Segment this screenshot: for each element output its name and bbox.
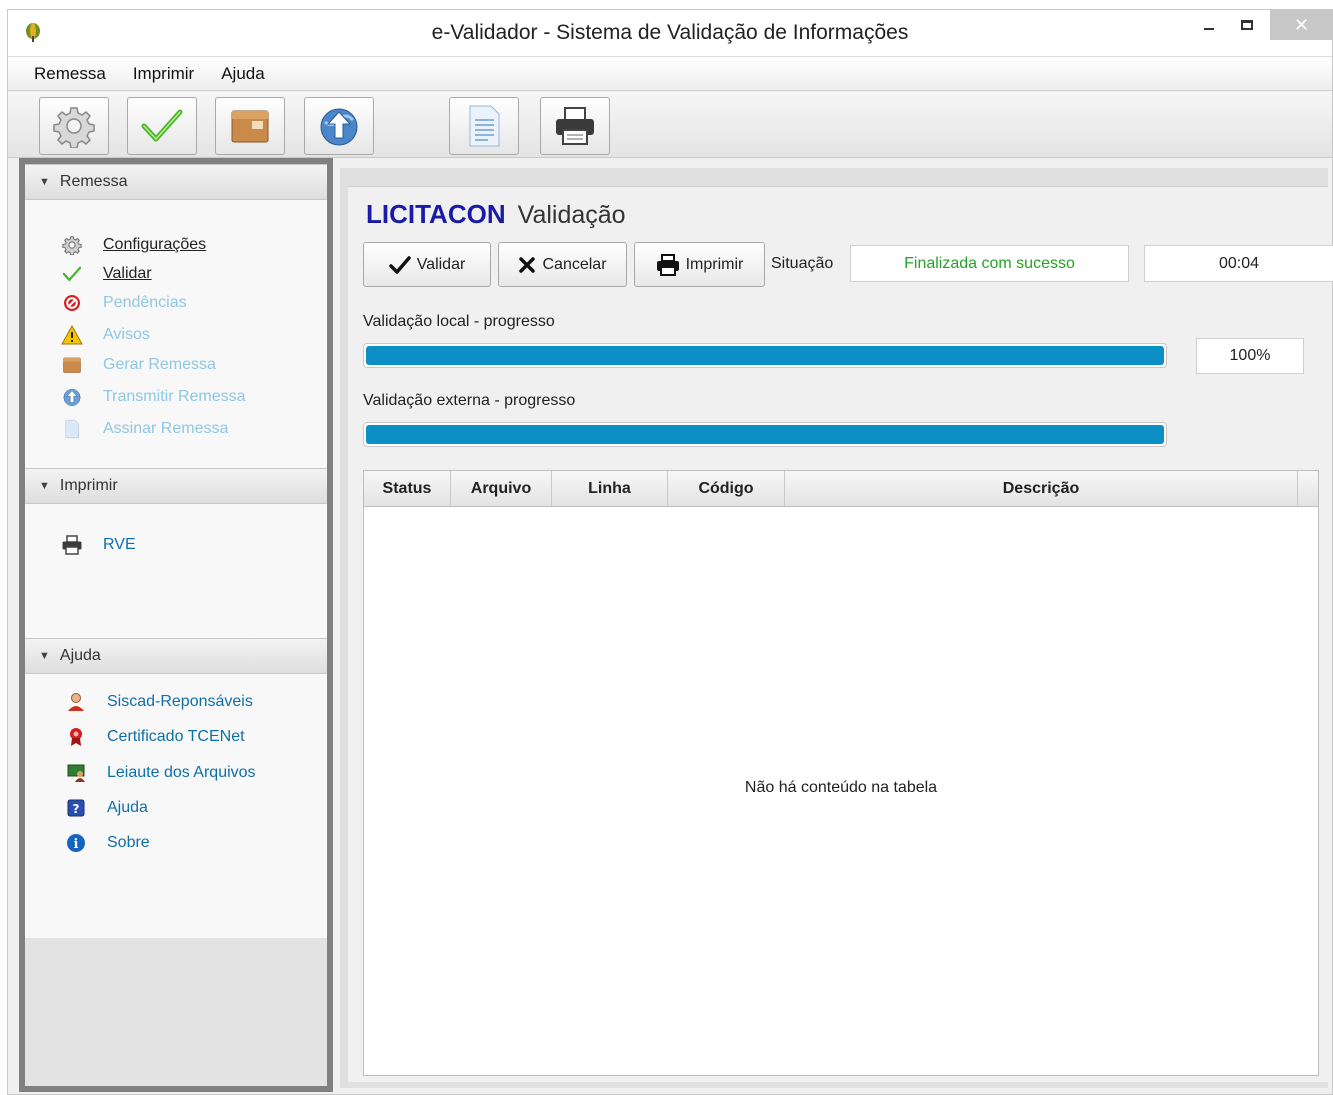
document-icon (469, 105, 500, 147)
page-title: LICITACON Validação (366, 199, 626, 230)
user-icon (65, 691, 87, 713)
expand-triangle-icon: ▼ (39, 176, 50, 188)
svg-text:?: ? (73, 802, 80, 816)
validar-button[interactable]: Validar (363, 242, 491, 287)
section-imprimir: ▼ Imprimir RVE (25, 468, 327, 638)
app-window: e-Validador - Sistema de Validação de In… (7, 9, 1333, 1095)
toolbar-transmitir-button[interactable] (304, 97, 374, 155)
table-header: Status Arquivo Linha Código Descrição (364, 471, 1318, 507)
help-icon: ? (65, 797, 87, 819)
sidebar-item-pendencias[interactable]: Pendências (61, 292, 187, 314)
section-ajuda: ▼ Ajuda Siscad-Reponsáveis Certificado T… (25, 638, 327, 938)
check-icon (388, 255, 411, 275)
gear-icon (53, 107, 95, 148)
column-status[interactable]: Status (364, 471, 451, 506)
brand-title: LICITACON (366, 199, 506, 229)
sidebar: ▼ Remessa Configurações Validar Pendênci… (19, 158, 333, 1092)
column-codigo[interactable]: Código (668, 471, 785, 506)
column-descricao[interactable]: Descrição (785, 471, 1298, 506)
section-remessa: ▼ Remessa Configurações Validar Pendênci… (25, 164, 327, 468)
maximize-icon (1241, 20, 1253, 30)
external-progress-fill (366, 425, 1164, 444)
presentation-icon (65, 762, 87, 784)
column-spacer (1298, 471, 1318, 506)
external-progress-label: Validação externa - progresso (363, 392, 576, 409)
sidebar-item-rve[interactable]: RVE (61, 534, 136, 556)
sidebar-item-avisos[interactable]: Avisos (61, 324, 150, 346)
certificate-icon (65, 726, 87, 748)
forbidden-icon (61, 292, 83, 314)
package-icon (231, 110, 269, 143)
globe-icon (61, 386, 83, 408)
printer-icon (656, 253, 680, 276)
sidebar-item-ajuda[interactable]: ? Ajuda (65, 797, 148, 819)
local-progress-label: Validação local - progresso (363, 313, 555, 330)
toolbar-imprimir-button[interactable] (540, 97, 610, 155)
svg-text:i: i (74, 837, 79, 852)
warning-icon (61, 324, 83, 346)
sidebar-item-leiaute[interactable]: Leiaute dos Arquivos (65, 762, 256, 784)
cancelar-button[interactable]: Cancelar (498, 242, 627, 287)
results-table[interactable]: Status Arquivo Linha Código Descrição Nã… (363, 470, 1319, 1076)
section-header-imprimir[interactable]: ▼ Imprimir (25, 468, 327, 504)
column-arquivo[interactable]: Arquivo (451, 471, 552, 506)
local-progress-bar (363, 343, 1167, 368)
main-area: LICITACON Validação Validar Cancelar Impr… (340, 168, 1333, 1088)
toolbar-configuracoes-button[interactable] (39, 97, 109, 155)
printer-icon (61, 534, 83, 556)
toolbar-assinar-button[interactable] (449, 97, 519, 155)
sidebar-item-siscad[interactable]: Siscad-Reponsáveis (65, 691, 253, 713)
imprimir-button[interactable]: Imprimir (634, 242, 765, 287)
external-progress-bar (363, 422, 1167, 447)
sidebar-item-assinar-remessa[interactable]: Assinar Remessa (61, 418, 228, 440)
sidebar-item-sobre[interactable]: i Sobre (65, 832, 150, 854)
situacao-field: Finalizada com sucesso (850, 245, 1129, 282)
gear-icon (61, 234, 83, 256)
info-icon: i (65, 832, 87, 854)
close-icon: ✕ (1293, 14, 1310, 36)
sidebar-item-validar[interactable]: Validar (61, 263, 152, 285)
local-progress-fill (366, 346, 1164, 365)
maximize-button[interactable] (1232, 10, 1262, 40)
document-icon (61, 418, 83, 440)
check-icon (61, 263, 83, 285)
minimize-icon (1204, 28, 1214, 30)
local-progress-percent: 100% (1196, 338, 1304, 374)
elapsed-time-field: 00:04 (1144, 245, 1333, 282)
sidebar-item-gerar-remessa[interactable]: Gerar Remessa (61, 354, 216, 376)
toolbar-validar-button[interactable] (127, 97, 197, 155)
menu-bar: Remessa Imprimir Ajuda (8, 56, 1332, 91)
toolbar (8, 92, 1332, 158)
menu-imprimir[interactable]: Imprimir (133, 64, 194, 84)
page-subtitle: Validação (517, 201, 626, 229)
validation-panel: LICITACON Validação Validar Cancelar Impr… (348, 186, 1333, 1082)
section-header-ajuda[interactable]: ▼ Ajuda (25, 638, 327, 674)
sidebar-item-certificado[interactable]: Certificado TCENet (65, 726, 245, 748)
situacao-label: Situação (771, 255, 834, 272)
menu-ajuda[interactable]: Ajuda (221, 64, 264, 84)
expand-triangle-icon: ▼ (39, 480, 50, 492)
minimize-button[interactable] (1194, 10, 1224, 40)
close-icon (518, 256, 536, 274)
column-linha[interactable]: Linha (552, 471, 668, 506)
close-button[interactable]: ✕ (1270, 10, 1333, 40)
table-empty-message: Não há conteúdo na tabela (744, 779, 938, 796)
toolbar-gerar-remessa-button[interactable] (215, 97, 285, 155)
package-icon (61, 354, 83, 376)
check-icon (141, 109, 183, 142)
printer-icon (556, 107, 594, 145)
sidebar-item-configuracoes[interactable]: Configurações (61, 234, 206, 256)
section-header-remessa[interactable]: ▼ Remessa (25, 164, 327, 200)
sidebar-item-transmitir-remessa[interactable]: Transmitir Remessa (61, 386, 246, 408)
expand-triangle-icon: ▼ (39, 650, 50, 662)
globe-upload-icon (320, 108, 358, 146)
window-title: e-Validador - Sistema de Validação de In… (431, 21, 909, 44)
menu-remessa[interactable]: Remessa (34, 64, 106, 84)
title-bar: e-Validador - Sistema de Validação de In… (8, 10, 1333, 56)
